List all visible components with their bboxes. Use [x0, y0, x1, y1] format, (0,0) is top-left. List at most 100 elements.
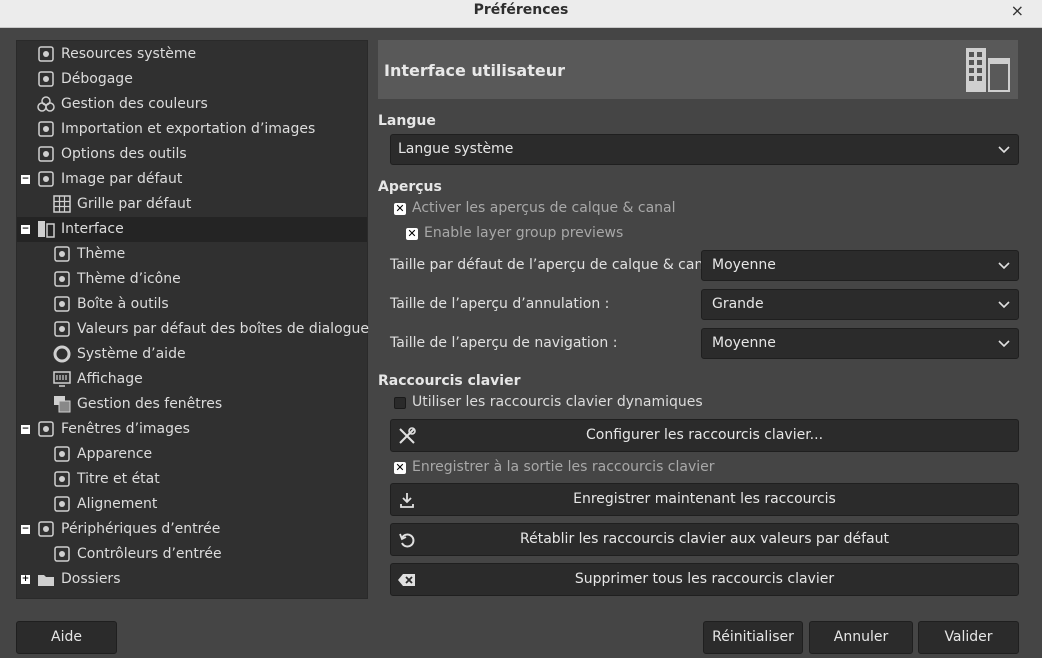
preferences-tree[interactable]: Resources système Débogage Gestion des cou… — [16, 40, 369, 599]
tree-item-label: Gestion des couleurs — [61, 96, 208, 112]
interface-icon — [38, 221, 55, 238]
configure-shortcuts-label: Configurer les raccourcis clavier... — [585, 427, 824, 443]
close-icon[interactable]: × — [1011, 1, 1024, 20]
panel-header: Interface utilisateur — [378, 40, 1018, 99]
language-value: Langue système — [398, 141, 514, 157]
chevron-down-icon — [998, 340, 1010, 348]
save-shortcuts-now-label: Enregistrer maintenant les raccourcis — [573, 491, 836, 507]
theme-icon — [54, 246, 70, 262]
tree-item-label: Thème — [77, 246, 126, 262]
tree-item[interactable]: Options des outils — [17, 142, 367, 167]
tree-item[interactable]: Affichage — [17, 367, 367, 392]
tree-item[interactable]: Gestion des fenêtres — [17, 392, 367, 417]
tree-item-label: Boîte à outils — [77, 296, 169, 312]
save-shortcuts-now-button[interactable]: Enregistrer maintenant les raccourcis — [390, 483, 1019, 516]
language-select[interactable]: Langue système — [390, 134, 1019, 165]
tool-options-icon — [38, 146, 54, 162]
interface-large-icon — [966, 48, 1010, 92]
save-download-icon — [400, 493, 414, 508]
group-previews-label: Enable layer group previews — [424, 225, 624, 241]
tree-item[interactable]: + Dossiers — [17, 567, 367, 592]
dynamic-shortcuts-checkbox[interactable] — [394, 397, 406, 409]
layer-previews-checkbox[interactable]: ✕ — [394, 203, 406, 215]
folders-icon — [38, 575, 54, 586]
tree-item[interactable]: Boîte à outils — [17, 292, 367, 317]
clear-shortcuts-label: Supprimer tous les raccourcis clavier — [574, 571, 835, 587]
reset-button[interactable]: Réinitialiser — [703, 621, 803, 654]
tree-item[interactable]: Alignement — [17, 492, 367, 517]
panel-title: Interface utilisateur — [384, 61, 565, 80]
tree-item-label: Affichage — [77, 371, 143, 387]
tree-item[interactable]: Thème — [17, 242, 367, 267]
help-button[interactable]: Aide — [16, 621, 117, 654]
collapse-icon[interactable]: − — [21, 175, 30, 184]
window-titlebar: Préférences × — [0, 0, 1042, 28]
tools-icon — [399, 427, 416, 444]
configure-shortcuts-button[interactable]: Configurer les raccourcis clavier... — [390, 419, 1019, 452]
tree-item[interactable]: Importation et exportation d’images — [17, 117, 367, 142]
chip-icon — [38, 46, 54, 62]
chevron-down-icon — [998, 146, 1010, 154]
tree-item-label: Image par défaut — [61, 171, 183, 187]
nav-preview-size-select[interactable]: Moyenne — [701, 328, 1019, 359]
help-ring-icon — [53, 345, 71, 363]
tree-item-label: Grille par défaut — [77, 196, 192, 212]
image-window-icon — [38, 421, 54, 437]
cancel-button[interactable]: Annuler — [809, 621, 913, 654]
nav-preview-size-value: Moyenne — [712, 335, 776, 351]
reset-shortcuts-button[interactable]: Rétablir les raccourcis clavier aux vale… — [390, 523, 1019, 556]
clear-shortcuts-button[interactable]: Supprimer tous les raccourcis clavier — [390, 563, 1019, 596]
undo-preview-size-select[interactable]: Grande — [701, 289, 1019, 320]
tree-item[interactable]: Contrôleurs d’entrée — [17, 542, 367, 567]
tree-item[interactable]: Gestion des couleurs — [17, 92, 367, 117]
tree-item-label: Périphériques d’entrée — [61, 521, 221, 537]
input-devices-icon — [38, 521, 54, 537]
window-title: Préférences — [473, 2, 569, 18]
tree-item[interactable]: − Image par défaut — [17, 167, 367, 192]
collapse-icon[interactable]: − — [21, 525, 30, 534]
import-export-icon — [38, 121, 54, 137]
dialog-defaults-icon — [54, 321, 70, 337]
layer-preview-size-value: Moyenne — [712, 257, 776, 273]
tree-item[interactable]: Apparence — [17, 442, 367, 467]
tree-item[interactable]: Grille par défaut — [17, 192, 367, 217]
expand-icon[interactable]: + — [21, 575, 30, 584]
layer-preview-size-select[interactable]: Moyenne — [701, 250, 1019, 281]
tree-item[interactable]: Titre et état — [17, 467, 367, 492]
tree-item[interactable]: Valeurs par défaut des boîtes de dialogu… — [17, 317, 369, 342]
tree-item-label: Gestion des fenêtres — [77, 396, 223, 412]
backspace-icon — [398, 574, 415, 586]
tree-item[interactable]: Débogage — [17, 67, 367, 92]
tree-item-label: Alignement — [77, 496, 158, 512]
icon-theme-icon — [54, 271, 70, 287]
wilber-icon — [38, 71, 54, 87]
tree-item[interactable]: Système d’aide — [17, 342, 367, 367]
controllers-icon — [54, 546, 70, 562]
tree-item-label: Options des outils — [61, 146, 187, 162]
tree-item-label: Titre et état — [77, 471, 160, 487]
nav-preview-size-label: Taille de l’aperçu de navigation : — [390, 335, 618, 351]
tree-item[interactable]: − Périphériques d’entrée — [17, 517, 367, 542]
layer-previews-label: Activer les aperçus de calque & canal — [412, 200, 676, 216]
chevron-down-icon — [998, 301, 1010, 309]
tree-item[interactable]: Thème d’icône — [17, 267, 367, 292]
windows-icon — [54, 396, 71, 413]
undo-preview-size-value: Grande — [712, 296, 764, 312]
reset-shortcuts-label: Rétablir les raccourcis clavier aux vale… — [520, 531, 889, 547]
tree-item[interactable]: − Fenêtres d’images — [17, 417, 367, 442]
snapping-icon — [54, 496, 70, 512]
image-star-icon — [38, 171, 54, 187]
ok-button[interactable]: Valider — [918, 621, 1019, 654]
collapse-icon[interactable]: − — [21, 425, 30, 434]
collapse-icon[interactable]: − — [21, 225, 30, 234]
apercus-heading: Aperçus — [378, 179, 442, 195]
group-previews-checkbox[interactable]: ✕ — [406, 228, 418, 240]
tree-item-label: Contrôleurs d’entrée — [77, 546, 222, 562]
undo-preview-size-label: Taille de l’aperçu d’annulation : — [390, 296, 610, 312]
tree-item[interactable]: − Interface — [17, 217, 367, 242]
tree-item-label: Système d’aide — [77, 346, 186, 362]
tree-item[interactable]: Resources système — [17, 42, 367, 67]
title-status-icon — [54, 471, 70, 487]
chevron-down-icon — [998, 262, 1010, 270]
save-on-exit-checkbox[interactable]: ✕ — [394, 462, 406, 474]
